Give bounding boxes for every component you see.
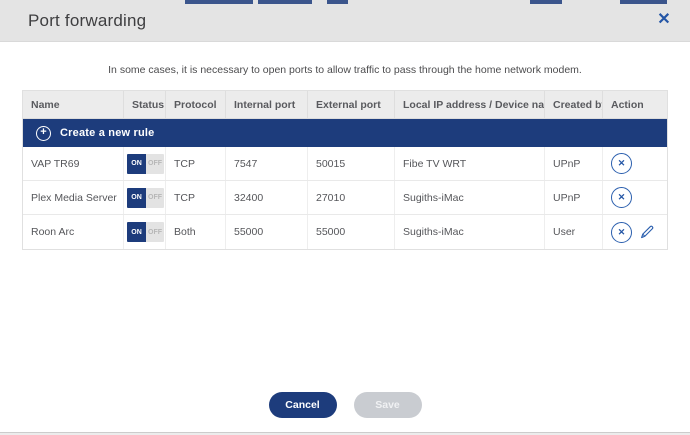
edit-icon[interactable] xyxy=(638,223,656,241)
add-icon: + xyxy=(36,125,51,141)
delete-rule-icon[interactable]: ✕ xyxy=(611,187,632,208)
table-row: VAP TR69 ON OFF TCP 7547 50015 Fibe TV W… xyxy=(23,147,667,181)
create-rule-label: Create a new rule xyxy=(60,127,155,139)
toggle-off-label: OFF xyxy=(146,187,164,208)
header-name: Name xyxy=(23,91,124,118)
cell-name: Plex Media Server xyxy=(23,181,124,214)
header-action: Action xyxy=(611,98,644,111)
table-row: Plex Media Server ON OFF TCP 32400 27010… xyxy=(23,181,667,215)
cell-internal-port: 7547 xyxy=(226,147,308,180)
table-header-row: Name Status Protocol Internal port Exter… xyxy=(23,91,667,119)
delete-rule-icon[interactable]: ✕ xyxy=(611,153,632,174)
table-row: Roon Arc ON OFF Both 55000 55000 Sugiths… xyxy=(23,215,667,249)
dialog-footer: Cancel Save xyxy=(0,392,690,418)
dialog-header: Port forwarding ✕ xyxy=(0,0,690,42)
delete-rule-icon[interactable]: ✕ xyxy=(611,221,632,243)
header-local-ip: Local IP address / Device name xyxy=(395,91,545,118)
cell-status: ON OFF xyxy=(124,215,166,249)
cell-local-ip: Fibe TV WRT xyxy=(395,147,545,180)
cell-external-port: 50015 xyxy=(308,147,395,180)
cell-external-port: 55000 xyxy=(308,215,395,249)
cell-local-ip: Sugiths-iMac xyxy=(395,215,545,249)
obscured-nav-remnant xyxy=(530,0,562,4)
description-text: In some cases, it is necessary to open p… xyxy=(108,64,582,76)
close-icon[interactable]: ✕ xyxy=(653,9,675,31)
toggle-off-label: OFF xyxy=(146,153,164,174)
create-new-rule-button[interactable]: + Create a new rule xyxy=(23,119,667,147)
header-status: Status xyxy=(124,91,166,118)
cell-local-ip: Sugiths-iMac xyxy=(395,181,545,214)
header-external-port: External port xyxy=(308,91,395,118)
cell-internal-port: 55000 xyxy=(226,215,308,249)
obscured-nav-remnant xyxy=(327,0,348,4)
toggle-on-label: ON xyxy=(127,187,146,208)
cell-created-by: User xyxy=(545,215,603,249)
cell-created-by: UPnP xyxy=(545,147,603,180)
status-toggle[interactable]: ON OFF xyxy=(127,187,164,208)
cancel-button[interactable]: Cancel xyxy=(268,392,337,418)
obscured-nav-remnant xyxy=(258,0,312,4)
toggle-off-label: OFF xyxy=(146,222,164,242)
toggle-on-label: ON xyxy=(127,222,146,242)
save-button[interactable]: Save xyxy=(353,392,422,418)
cell-action: ✕ xyxy=(603,181,667,214)
cell-action: ✕ xyxy=(603,215,667,249)
cell-name: VAP TR69 xyxy=(23,147,124,180)
header-created-by: Created by xyxy=(545,91,603,118)
status-toggle[interactable]: ON OFF xyxy=(127,222,164,242)
header-internal-port: Internal port xyxy=(226,91,308,118)
cell-created-by: UPnP xyxy=(545,181,603,214)
header-protocol: Protocol xyxy=(166,91,226,118)
cell-action: ✕ xyxy=(603,147,667,180)
cell-external-port: 27010 xyxy=(308,181,395,214)
cell-protocol: Both xyxy=(166,215,226,249)
obscured-nav-remnant xyxy=(185,0,253,4)
cell-internal-port: 32400 xyxy=(226,181,308,214)
cell-name: Roon Arc xyxy=(23,215,124,249)
status-toggle[interactable]: ON OFF xyxy=(127,153,164,174)
cell-protocol: TCP xyxy=(166,147,226,180)
obscured-nav-remnant xyxy=(620,0,667,4)
cell-status: ON OFF xyxy=(124,147,166,180)
page-title: Port forwarding xyxy=(28,11,147,30)
toggle-on-label: ON xyxy=(127,153,146,174)
cell-status: ON OFF xyxy=(124,181,166,214)
port-forwarding-table: Name Status Protocol Internal port Exter… xyxy=(22,90,668,250)
cell-protocol: TCP xyxy=(166,181,226,214)
